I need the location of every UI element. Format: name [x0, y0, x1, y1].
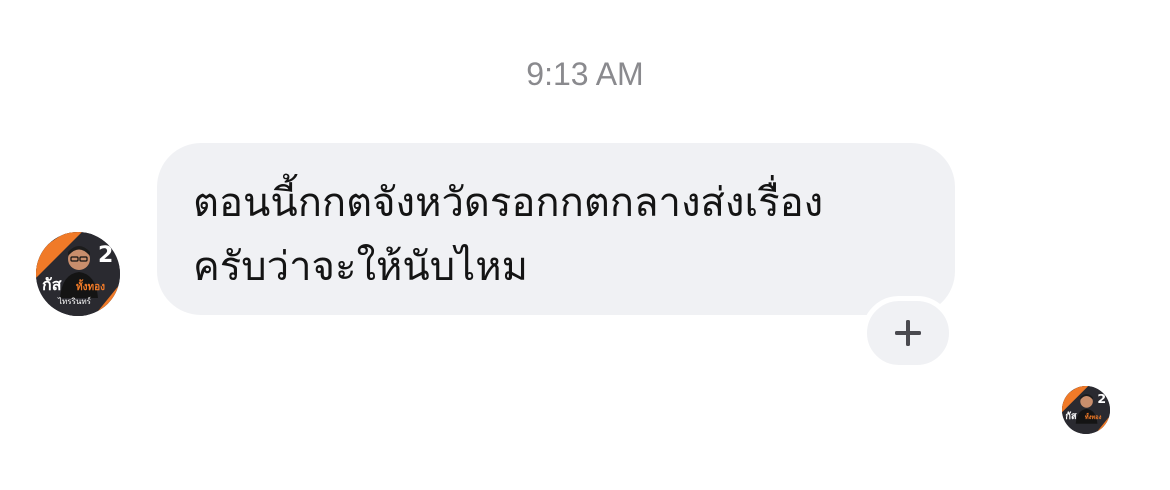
seen-avatar-image: 2 กัส ทั้งทอง — [1062, 386, 1110, 434]
plus-icon — [895, 320, 921, 346]
seen-avatar-number: 2 — [1097, 391, 1106, 406]
seen-avatar-name: กัส — [1065, 411, 1077, 422]
message-text: ตอนนี้กกตจังหวัดรอกกตกลางส่งเรื่อง ครับว… — [193, 180, 824, 290]
message-bubble[interactable]: ตอนนี้กกตจังหวัดรอกกตกลางส่งเรื่อง ครับว… — [157, 143, 955, 315]
message-timestamp: 9:13 AM — [526, 56, 644, 92]
avatar-name: กัส — [42, 275, 62, 294]
avatar-surname: ทั้งทอง — [76, 279, 105, 293]
seen-receipt-avatar: 2 กัส ทั้งทอง — [1062, 386, 1110, 434]
sender-avatar[interactable]: 2 กัส ทั้งทอง ไทรรินทร์ — [36, 232, 120, 316]
avatar-image: 2 กัส ทั้งทอง ไทรรินทร์ — [36, 232, 120, 316]
avatar-subtitle: ไทรรินทร์ — [57, 296, 92, 306]
avatar-number: 2 — [98, 243, 113, 268]
add-reaction-button[interactable] — [862, 296, 954, 370]
